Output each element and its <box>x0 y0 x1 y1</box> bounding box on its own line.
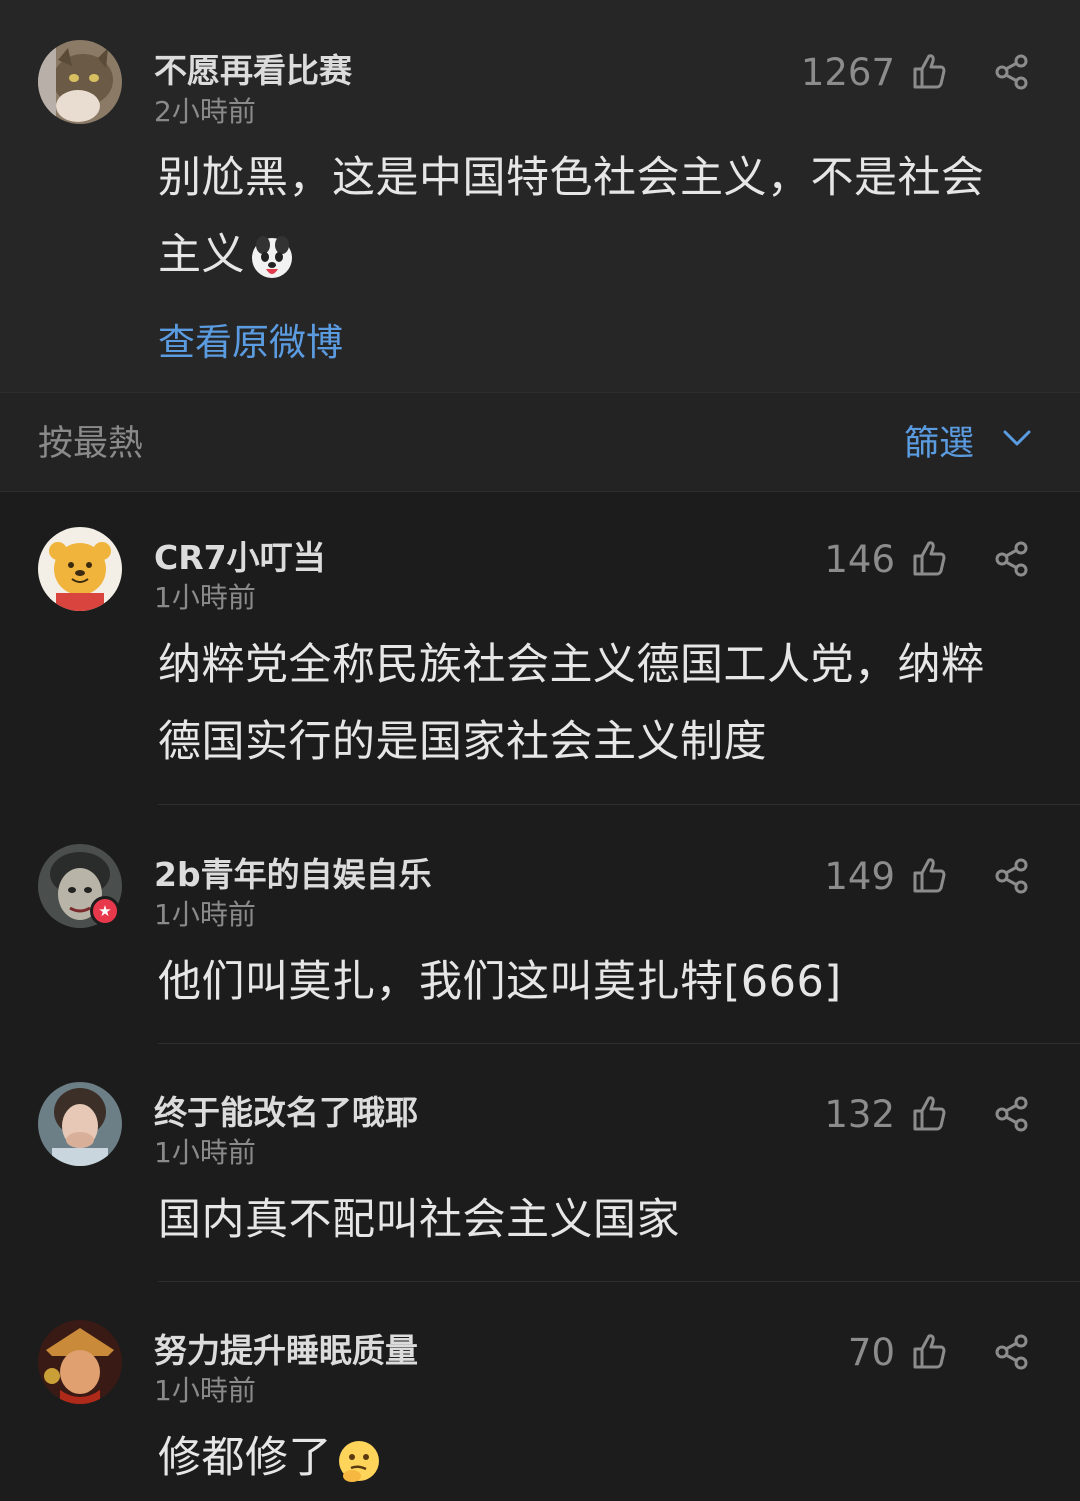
verified-star-badge-icon: ★ <box>90 896 120 926</box>
timestamp: 1小時前 <box>154 1374 256 1407</box>
comment-text-line: 别尬黑，这是中国特色社会主义，不是社会 <box>158 153 985 203</box>
comment-text: 别尬黑，这是中国特色社会主义，不是社会 主义 <box>158 140 1043 294</box>
like-count: 1267 <box>800 51 895 94</box>
timestamp: 2小時前 <box>154 95 256 128</box>
like-count: 149 <box>824 855 895 898</box>
username[interactable]: 2b青年的自娱自乐 <box>154 848 432 896</box>
avatar[interactable] <box>38 1082 122 1166</box>
username[interactable]: 终于能改名了哦耶 <box>154 1086 418 1134</box>
like-count: 132 <box>824 1093 895 1136</box>
thumbs-up-icon[interactable] <box>912 539 946 577</box>
share-icon[interactable] <box>994 1096 1030 1132</box>
share-icon[interactable] <box>994 858 1030 894</box>
comment-text: 他们叫莫扎，我们这叫莫扎特[666] <box>158 944 1043 1021</box>
thumbs-up-icon[interactable] <box>912 52 946 90</box>
avatar[interactable] <box>38 40 122 124</box>
timestamp: 1小時前 <box>154 1136 256 1169</box>
comment-text: 国内真不配叫社会主义国家 <box>158 1182 1043 1259</box>
avatar[interactable] <box>38 527 122 611</box>
comment-text-line: 德国实行的是国家社会主义制度 <box>158 717 767 767</box>
sort-bar: 按最熱 篩選 <box>0 392 1080 492</box>
thinking-face-emoji-icon <box>339 1440 379 1482</box>
comment-text: 纳粹党全称民族社会主义德国工人党，纳粹 德国实行的是国家社会主义制度 <box>158 627 1043 781</box>
like-count: 70 <box>847 1331 895 1374</box>
comment-text-line: 国内真不配叫社会主义国家 <box>158 1195 680 1245</box>
dog-emoji-icon <box>252 235 292 278</box>
thumbs-up-icon[interactable] <box>912 1332 946 1370</box>
share-icon[interactable] <box>994 541 1030 577</box>
sort-hottest-label[interactable]: 按最熱 <box>38 415 143 466</box>
avatar[interactable] <box>38 1320 122 1404</box>
chevron-down-icon[interactable] <box>1002 427 1032 449</box>
comment-text-line: 纳粹党全称民族社会主义德国工人党，纳粹 <box>158 640 985 690</box>
username[interactable]: 努力提升睡眠质量 <box>154 1324 418 1372</box>
username[interactable]: CR7小叮当 <box>154 531 326 579</box>
divider <box>158 1281 1080 1282</box>
comment-text: 修都修了 <box>158 1420 1043 1497</box>
like-count: 146 <box>824 538 895 581</box>
comment-text-line: 他们叫莫扎，我们这叫莫扎特[666] <box>158 957 842 1007</box>
timestamp: 1小時前 <box>154 898 256 931</box>
thumbs-up-icon[interactable] <box>912 1094 946 1132</box>
top-comment: 不愿再看比赛 2小時前 1267 别尬黑，这是中国特色社会主义，不是社会 主义 … <box>0 0 1080 392</box>
divider <box>158 1043 1080 1044</box>
share-icon[interactable] <box>994 1334 1030 1370</box>
comment-text-line: 主义 <box>158 217 1043 294</box>
filter-button[interactable]: 篩選 <box>904 415 974 466</box>
comment-text-line2: 主义 <box>158 230 245 280</box>
divider <box>158 804 1080 805</box>
comment-text-line: 修都修了 <box>158 1420 1043 1497</box>
share-icon[interactable] <box>994 54 1030 90</box>
comment-text-content: 修都修了 <box>158 1433 332 1483</box>
thumbs-up-icon[interactable] <box>912 856 946 894</box>
timestamp: 1小時前 <box>154 581 256 614</box>
view-original-weibo-link[interactable]: 查看原微博 <box>158 312 343 366</box>
username[interactable]: 不愿再看比赛 <box>154 44 352 92</box>
